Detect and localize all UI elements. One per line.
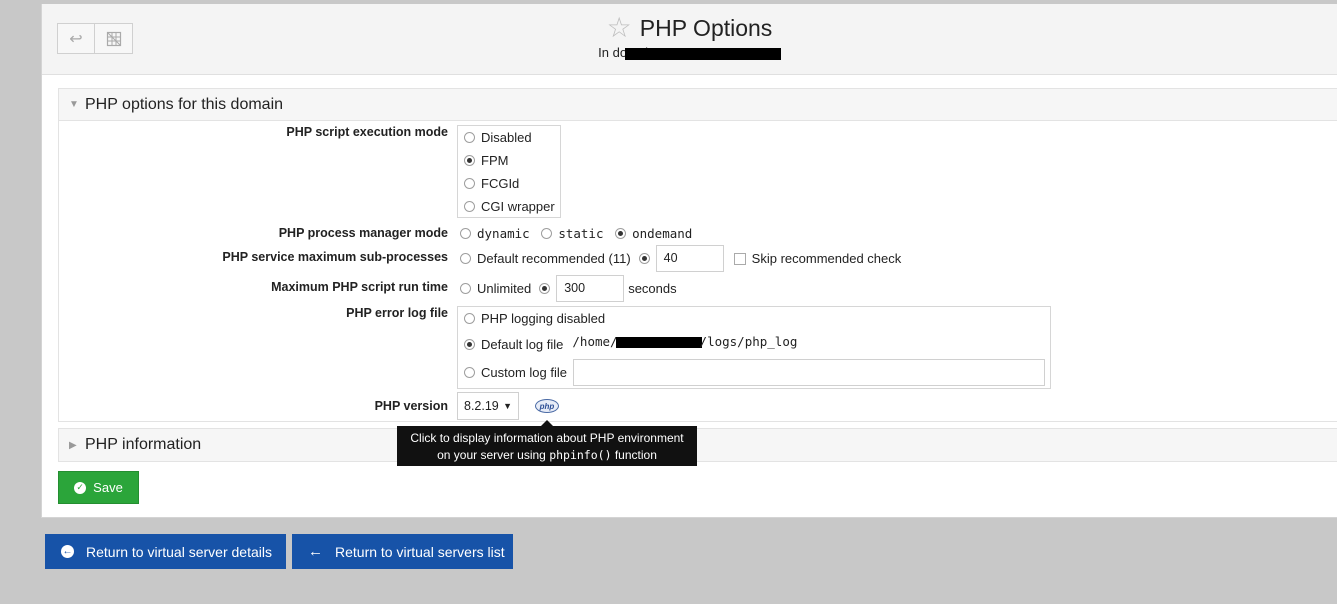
max-sub-group: Default recommended (11) 40 Skip recomme… bbox=[460, 245, 909, 272]
php-version-select[interactable]: 8.2.19 ▼ bbox=[457, 392, 519, 420]
collapse-triangle-icon: ▼ bbox=[69, 99, 79, 110]
error-log-default[interactable]: Default log file /home//logs/php_log bbox=[458, 330, 1050, 358]
exec-mode-disabled[interactable]: Disabled bbox=[458, 126, 560, 149]
expand-triangle-icon: ▶ bbox=[69, 439, 77, 451]
max-time-unit: seconds bbox=[628, 281, 677, 296]
pm-mode-group: dynamic static ondemand bbox=[460, 226, 700, 242]
return-details-button[interactable]: ← Return to virtual server details bbox=[45, 534, 286, 569]
max-time-input[interactable]: 300 bbox=[556, 275, 625, 302]
exec-mode-label: PHP script execution mode bbox=[286, 125, 448, 139]
max-sub-default[interactable]: Default recommended (11) bbox=[460, 251, 631, 266]
php-options-header[interactable]: ▼ PHP options for this domain bbox=[59, 89, 1337, 121]
max-time-label: Maximum PHP script run time bbox=[271, 280, 448, 294]
dropdown-arrow-icon: ▼ bbox=[503, 401, 512, 411]
max-time-group: Unlimited 300 seconds bbox=[460, 275, 677, 302]
top-bar: ↩ ☆ PHP Options In domain bbox=[42, 4, 1337, 75]
redacted-path bbox=[615, 337, 702, 348]
return-list-button[interactable]: ← Return to virtual servers list bbox=[292, 534, 513, 569]
check-circle-icon: ✓ bbox=[74, 481, 87, 494]
custom-log-input[interactable] bbox=[572, 359, 1045, 386]
circle-arrow-left-icon: ← bbox=[61, 545, 74, 558]
php-info-header[interactable]: ▶ PHP information bbox=[59, 429, 1337, 461]
max-sub-custom-radio[interactable] bbox=[638, 253, 650, 264]
error-log-label: PHP error log file bbox=[346, 306, 448, 320]
main-panel: ↩ ☆ PHP Options In domain bbox=[41, 4, 1337, 518]
php-logo-icon[interactable]: php bbox=[535, 399, 559, 413]
php-info-section: ▶ PHP information bbox=[58, 428, 1337, 462]
star-outline-icon[interactable]: ☆ bbox=[607, 14, 632, 42]
skip-check[interactable]: Skip recommended check bbox=[733, 251, 901, 266]
exec-mode-fcgid[interactable]: FCGId bbox=[458, 172, 560, 195]
default-log-path: /home//logs/php_log bbox=[572, 334, 798, 349]
exec-mode-fpm[interactable]: FPM bbox=[458, 149, 560, 172]
php-options-section: ▼ PHP options for this domain PHP script… bbox=[58, 88, 1337, 466]
page-title: PHP Options bbox=[639, 14, 773, 41]
error-log-custom[interactable]: Custom log file bbox=[458, 358, 1050, 387]
error-log-group: PHP logging disabled Default log file /h… bbox=[457, 306, 1051, 389]
exec-mode-cgi[interactable]: CGI wrapper bbox=[458, 195, 560, 218]
pm-mode-dynamic[interactable]: dynamic bbox=[460, 226, 530, 241]
php-version-label: PHP version bbox=[374, 399, 448, 413]
max-sub-label: PHP service maximum sub-processes bbox=[222, 250, 448, 264]
error-log-disabled[interactable]: PHP logging disabled bbox=[458, 307, 1050, 330]
save-button[interactable]: ✓ Save bbox=[58, 471, 139, 504]
max-time-custom-radio[interactable] bbox=[539, 283, 551, 294]
pm-mode-label: PHP process manager mode bbox=[278, 226, 448, 240]
redacted-domain bbox=[624, 47, 781, 60]
page-subtitle: In domain bbox=[42, 45, 1337, 60]
pm-mode-ondemand[interactable]: ondemand bbox=[615, 226, 692, 241]
arrow-left-icon: ← bbox=[308, 543, 323, 560]
max-time-unlimited[interactable]: Unlimited bbox=[460, 281, 531, 296]
php-info-tooltip: Click to display information about PHP e… bbox=[397, 420, 697, 466]
exec-mode-group: Disabled FPM FCGId CGI wrapper bbox=[457, 125, 561, 218]
max-sub-input[interactable]: 40 bbox=[655, 245, 724, 272]
pm-mode-static[interactable]: static bbox=[541, 226, 603, 241]
title-block: ☆ PHP Options In domain bbox=[42, 14, 1337, 60]
